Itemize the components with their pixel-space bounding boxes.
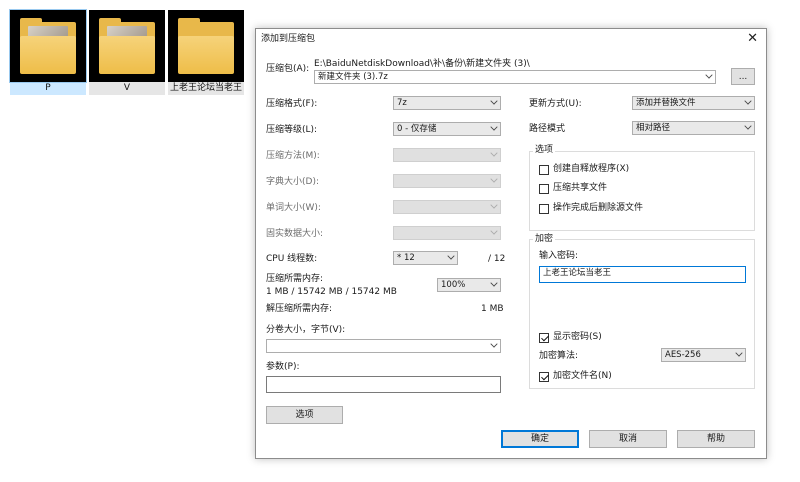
password-label: 输入密码:: [539, 251, 579, 261]
cpu-value: * 12: [397, 253, 415, 263]
chevron-down-icon: [490, 97, 498, 105]
chevron-down-icon: [490, 227, 498, 235]
sfx-label: 创建自释放程序(X): [553, 164, 630, 174]
pathmode-combo[interactable]: 相对路径: [632, 121, 755, 135]
checkbox-box: [539, 164, 549, 175]
archive-path: E:\BaiduNetdiskDownload\补\备份\新建文件夹 (3)\: [314, 59, 530, 69]
folder-v[interactable]: V: [89, 10, 165, 95]
mem-percent-value: 100%: [441, 280, 466, 290]
chevron-down-icon: [490, 340, 498, 348]
checkbox-box: [539, 203, 549, 214]
dialog-title: 添加到压缩包: [261, 34, 316, 44]
checkbox-box: [539, 183, 549, 194]
folder-laowang[interactable]: 上老王论坛当老王: [168, 10, 244, 95]
chevron-down-icon: [490, 149, 498, 157]
pathmode-value: 相对路径: [636, 123, 671, 133]
chevron-down-icon: [490, 201, 498, 209]
delete-label: 操作完成后删除源文件: [553, 203, 644, 213]
chevron-down-icon: [735, 349, 743, 357]
update-label: 更新方式(U):: [529, 99, 582, 109]
delete-checkbox[interactable]: 操作完成后删除源文件: [539, 203, 643, 214]
folder-p[interactable]: P: [9, 9, 87, 95]
word-combo: [393, 200, 501, 214]
mem-comp-value: 1 MB / 15742 MB / 15742 MB: [266, 287, 397, 297]
level-value: 0 - 仅存储: [397, 124, 437, 134]
cpu-label: CPU 线程数:: [266, 254, 318, 264]
encrypt-names-checkbox[interactable]: 加密文件名(N): [539, 371, 612, 382]
help-button[interactable]: 帮助: [677, 430, 755, 448]
format-label: 压缩格式(F):: [266, 99, 318, 109]
password-input[interactable]: 上老王论坛当老王: [539, 266, 746, 283]
checkbox-box: [539, 332, 549, 343]
dict-combo: [393, 174, 501, 188]
format-combo[interactable]: 7z: [393, 96, 501, 110]
cpu-combo[interactable]: * 12: [393, 251, 458, 265]
chevron-down-icon: [490, 279, 498, 287]
archive-name-value: 新建文件夹 (3).7z: [318, 72, 388, 82]
show-password-label: 显示密码(S): [553, 332, 602, 342]
folder-name: P: [10, 82, 86, 95]
archive-label: 压缩包(A):: [266, 64, 310, 74]
chevron-down-icon: [744, 122, 752, 130]
folder-name: V: [89, 82, 165, 95]
chevron-down-icon: [490, 123, 498, 131]
method-combo: [393, 148, 501, 162]
sfx-checkbox[interactable]: 创建自释放程序(X): [539, 164, 629, 175]
params-input[interactable]: [266, 376, 501, 393]
folder-icon: [9, 9, 87, 83]
split-combo[interactable]: [266, 339, 501, 353]
params-label: 参数(P):: [266, 362, 300, 372]
chevron-down-icon: [490, 175, 498, 183]
options-button[interactable]: 选项: [266, 406, 343, 424]
solid-label: 固实数据大小:: [266, 229, 324, 239]
browse-button[interactable]: ...: [731, 68, 755, 85]
dict-label: 字典大小(D):: [266, 177, 319, 187]
update-value: 添加并替换文件: [636, 98, 696, 108]
show-password-checkbox[interactable]: 显示密码(S): [539, 332, 602, 343]
solid-combo: [393, 226, 501, 240]
chevron-down-icon: [744, 97, 752, 105]
folder-icon: [89, 10, 165, 82]
cpu-max: / 12: [488, 254, 506, 264]
split-label: 分卷大小，字节(V):: [266, 325, 346, 335]
folder-name: 上老王论坛当老王: [168, 82, 244, 95]
archive-name-combo[interactable]: 新建文件夹 (3).7z: [314, 70, 716, 84]
chevron-down-icon: [705, 71, 713, 79]
checkbox-box: [539, 371, 549, 382]
close-icon[interactable]: ✕: [747, 32, 758, 46]
mem-decomp-label: 解压缩所需内存:: [266, 304, 333, 314]
folder-icon: [168, 10, 244, 82]
cancel-button[interactable]: 取消: [589, 430, 667, 448]
shared-label: 压缩共享文件: [553, 183, 608, 193]
method-label: 压缩方法(M):: [266, 151, 320, 161]
options-group-title: 选项: [533, 145, 556, 156]
add-to-archive-dialog: 添加到压缩包 ✕ 压缩包(A): E:\BaiduNetdiskDownload…: [255, 28, 767, 459]
level-combo[interactable]: 0 - 仅存储: [393, 122, 501, 136]
encrypt-names-label: 加密文件名(N): [553, 371, 612, 381]
word-label: 单词大小(W):: [266, 203, 321, 213]
format-value: 7z: [397, 98, 407, 108]
encrypt-method-combo[interactable]: AES-256: [661, 348, 746, 362]
pathmode-label: 路径模式: [529, 124, 566, 134]
mem-decomp-value: 1 MB: [481, 304, 504, 314]
encrypt-method-label: 加密算法:: [539, 351, 579, 361]
encrypt-method-value: AES-256: [665, 350, 701, 360]
mem-comp-label: 压缩所需内存:: [266, 274, 324, 284]
chevron-down-icon: [447, 252, 455, 260]
encrypt-group-title: 加密: [533, 234, 556, 245]
ok-button[interactable]: 确定: [501, 430, 579, 448]
shared-checkbox[interactable]: 压缩共享文件: [539, 183, 607, 194]
update-combo[interactable]: 添加并替换文件: [632, 96, 755, 110]
level-label: 压缩等级(L):: [266, 125, 318, 135]
mem-percent-combo[interactable]: 100%: [437, 278, 501, 292]
